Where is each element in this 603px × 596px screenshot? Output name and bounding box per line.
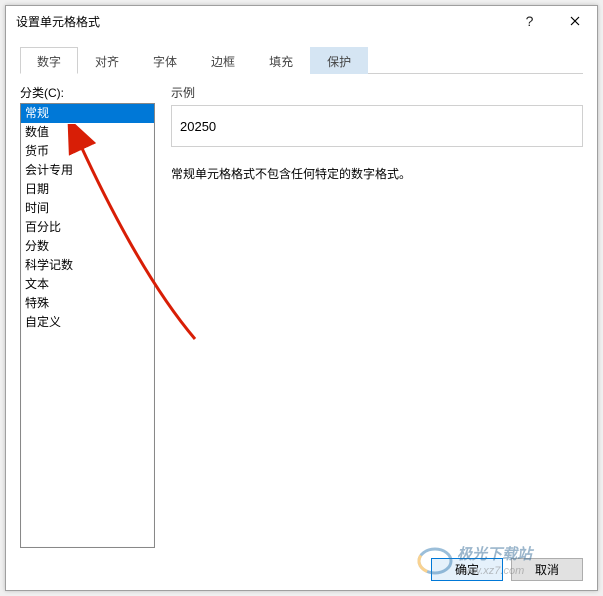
ok-button[interactable]: 确定 [431, 558, 503, 581]
tab-alignment[interactable]: 对齐 [78, 47, 136, 74]
sample-label: 示例 [171, 84, 583, 101]
format-description: 常规单元格格式不包含任何特定的数字格式。 [171, 165, 583, 182]
category-label: 分类(C): [20, 84, 155, 101]
list-item[interactable]: 百分比 [21, 218, 154, 237]
detail-panel: 示例 20250 常规单元格格式不包含任何特定的数字格式。 [155, 84, 583, 548]
list-item[interactable]: 特殊 [21, 294, 154, 313]
category-listbox[interactable]: 常规 数值 货币 会计专用 日期 时间 百分比 分数 科学记数 文本 特殊 自定… [20, 103, 155, 548]
list-item[interactable]: 日期 [21, 180, 154, 199]
cancel-button[interactable]: 取消 [511, 558, 583, 581]
sample-value-box: 20250 [171, 105, 583, 147]
list-item[interactable]: 常规 [21, 104, 154, 123]
list-item[interactable]: 分数 [21, 237, 154, 256]
dialog-window: 设置单元格格式 ? 数字 对齐 字体 边框 填充 保护 分类(C): 常规 数值… [5, 5, 598, 591]
dialog-content: 数字 对齐 字体 边框 填充 保护 分类(C): 常规 数值 货币 会计专用 日… [6, 36, 597, 548]
tab-fill[interactable]: 填充 [252, 47, 310, 74]
help-button[interactable]: ? [507, 7, 552, 36]
list-item[interactable]: 自定义 [21, 313, 154, 332]
list-item[interactable]: 时间 [21, 199, 154, 218]
list-item[interactable]: 货币 [21, 142, 154, 161]
titlebar: 设置单元格格式 ? [6, 6, 597, 36]
close-icon [570, 16, 580, 26]
list-item[interactable]: 科学记数 [21, 256, 154, 275]
tab-number[interactable]: 数字 [20, 47, 78, 74]
category-panel: 分类(C): 常规 数值 货币 会计专用 日期 时间 百分比 分数 科学记数 文… [20, 84, 155, 548]
sample-value: 20250 [180, 119, 216, 134]
tab-bar: 数字 对齐 字体 边框 填充 保护 [20, 46, 583, 74]
tab-protection[interactable]: 保护 [310, 47, 368, 74]
list-item[interactable]: 数值 [21, 123, 154, 142]
close-button[interactable] [552, 7, 597, 36]
tab-border[interactable]: 边框 [194, 47, 252, 74]
list-item[interactable]: 会计专用 [21, 161, 154, 180]
sample-group: 示例 20250 [171, 84, 583, 147]
tab-font[interactable]: 字体 [136, 47, 194, 74]
list-item[interactable]: 文本 [21, 275, 154, 294]
tab-body: 分类(C): 常规 数值 货币 会计专用 日期 时间 百分比 分数 科学记数 文… [20, 74, 583, 548]
dialog-footer: 确定 取消 [6, 548, 597, 590]
dialog-title: 设置单元格格式 [16, 13, 507, 30]
